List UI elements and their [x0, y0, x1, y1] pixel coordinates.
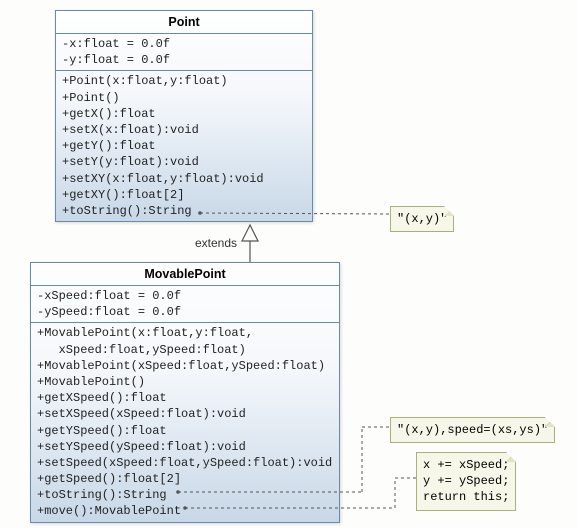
class-movable-point: MovablePoint -xSpeed:float = 0.0f -ySpee… [30, 262, 340, 523]
op-row: +move():MovablePoint [37, 503, 333, 519]
class-point-operations: +Point(x:float,y:float) +Point() +getX()… [56, 71, 312, 221]
attr-row: -y:float = 0.0f [62, 52, 306, 68]
op-row: +toString():String [37, 487, 333, 503]
class-point-attributes: -x:float = 0.0f -y:float = 0.0f [56, 34, 312, 71]
op-row: xSpeed:float,ySpeed:float) [37, 342, 333, 358]
op-row: +MovablePoint(x:float,y:float, [37, 325, 333, 341]
op-row: +getY():float [62, 138, 306, 154]
op-row: +MovablePoint() [37, 374, 333, 390]
class-point: Point -x:float = 0.0f -y:float = 0.0f +P… [55, 10, 313, 222]
note-move-body: x += xSpeed; y += ySpeed; return this; [416, 452, 516, 511]
op-row: +setSpeed(xSpeed:float,ySpeed:float):voi… [37, 455, 333, 471]
note-text: "(x,y)" [397, 212, 447, 226]
op-row: +Point() [62, 90, 306, 106]
note-line: x += xSpeed; [423, 457, 509, 473]
class-point-title: Point [56, 11, 312, 34]
op-row: +setYSpeed(ySpeed:float):void [37, 439, 333, 455]
note-movable-tostring: "(x,y),speed=(xs,ys)" [390, 417, 555, 443]
note-text: "(x,y),speed=(xs,ys)" [397, 423, 548, 437]
op-row: +setY(y:float):void [62, 154, 306, 170]
op-row: +Point(x:float,y:float) [62, 73, 306, 89]
attr-row: -x:float = 0.0f [62, 36, 306, 52]
op-row: +getXY():float[2] [62, 187, 306, 203]
op-row: +setX(x:float):void [62, 122, 306, 138]
note-point-tostring: "(x,y)" [390, 206, 454, 232]
op-row: +MovablePoint(xSpeed:float,ySpeed:float) [37, 358, 333, 374]
op-row: +getXSpeed():float [37, 390, 333, 406]
class-movable-point-attributes: -xSpeed:float = 0.0f -ySpeed:float = 0.0… [31, 286, 339, 323]
op-row: +getYSpeed():float [37, 423, 333, 439]
inheritance-arrow [242, 225, 258, 262]
op-row: +setXSpeed(xSpeed:float):void [37, 406, 333, 422]
class-movable-point-operations: +MovablePoint(x:float,y:float, xSpeed:fl… [31, 323, 339, 521]
attr-row: -xSpeed:float = 0.0f [37, 288, 333, 304]
op-row: +toString():String [62, 203, 306, 219]
note-line: return this; [423, 489, 509, 505]
op-row: +getSpeed():float[2] [37, 471, 333, 487]
extends-label: extends [195, 236, 237, 250]
attr-row: -ySpeed:float = 0.0f [37, 304, 333, 320]
op-row: +setXY(x:float,y:float):void [62, 171, 306, 187]
note-line: y += ySpeed; [423, 473, 509, 489]
class-movable-point-title: MovablePoint [31, 263, 339, 286]
op-row: +getX():float [62, 106, 306, 122]
